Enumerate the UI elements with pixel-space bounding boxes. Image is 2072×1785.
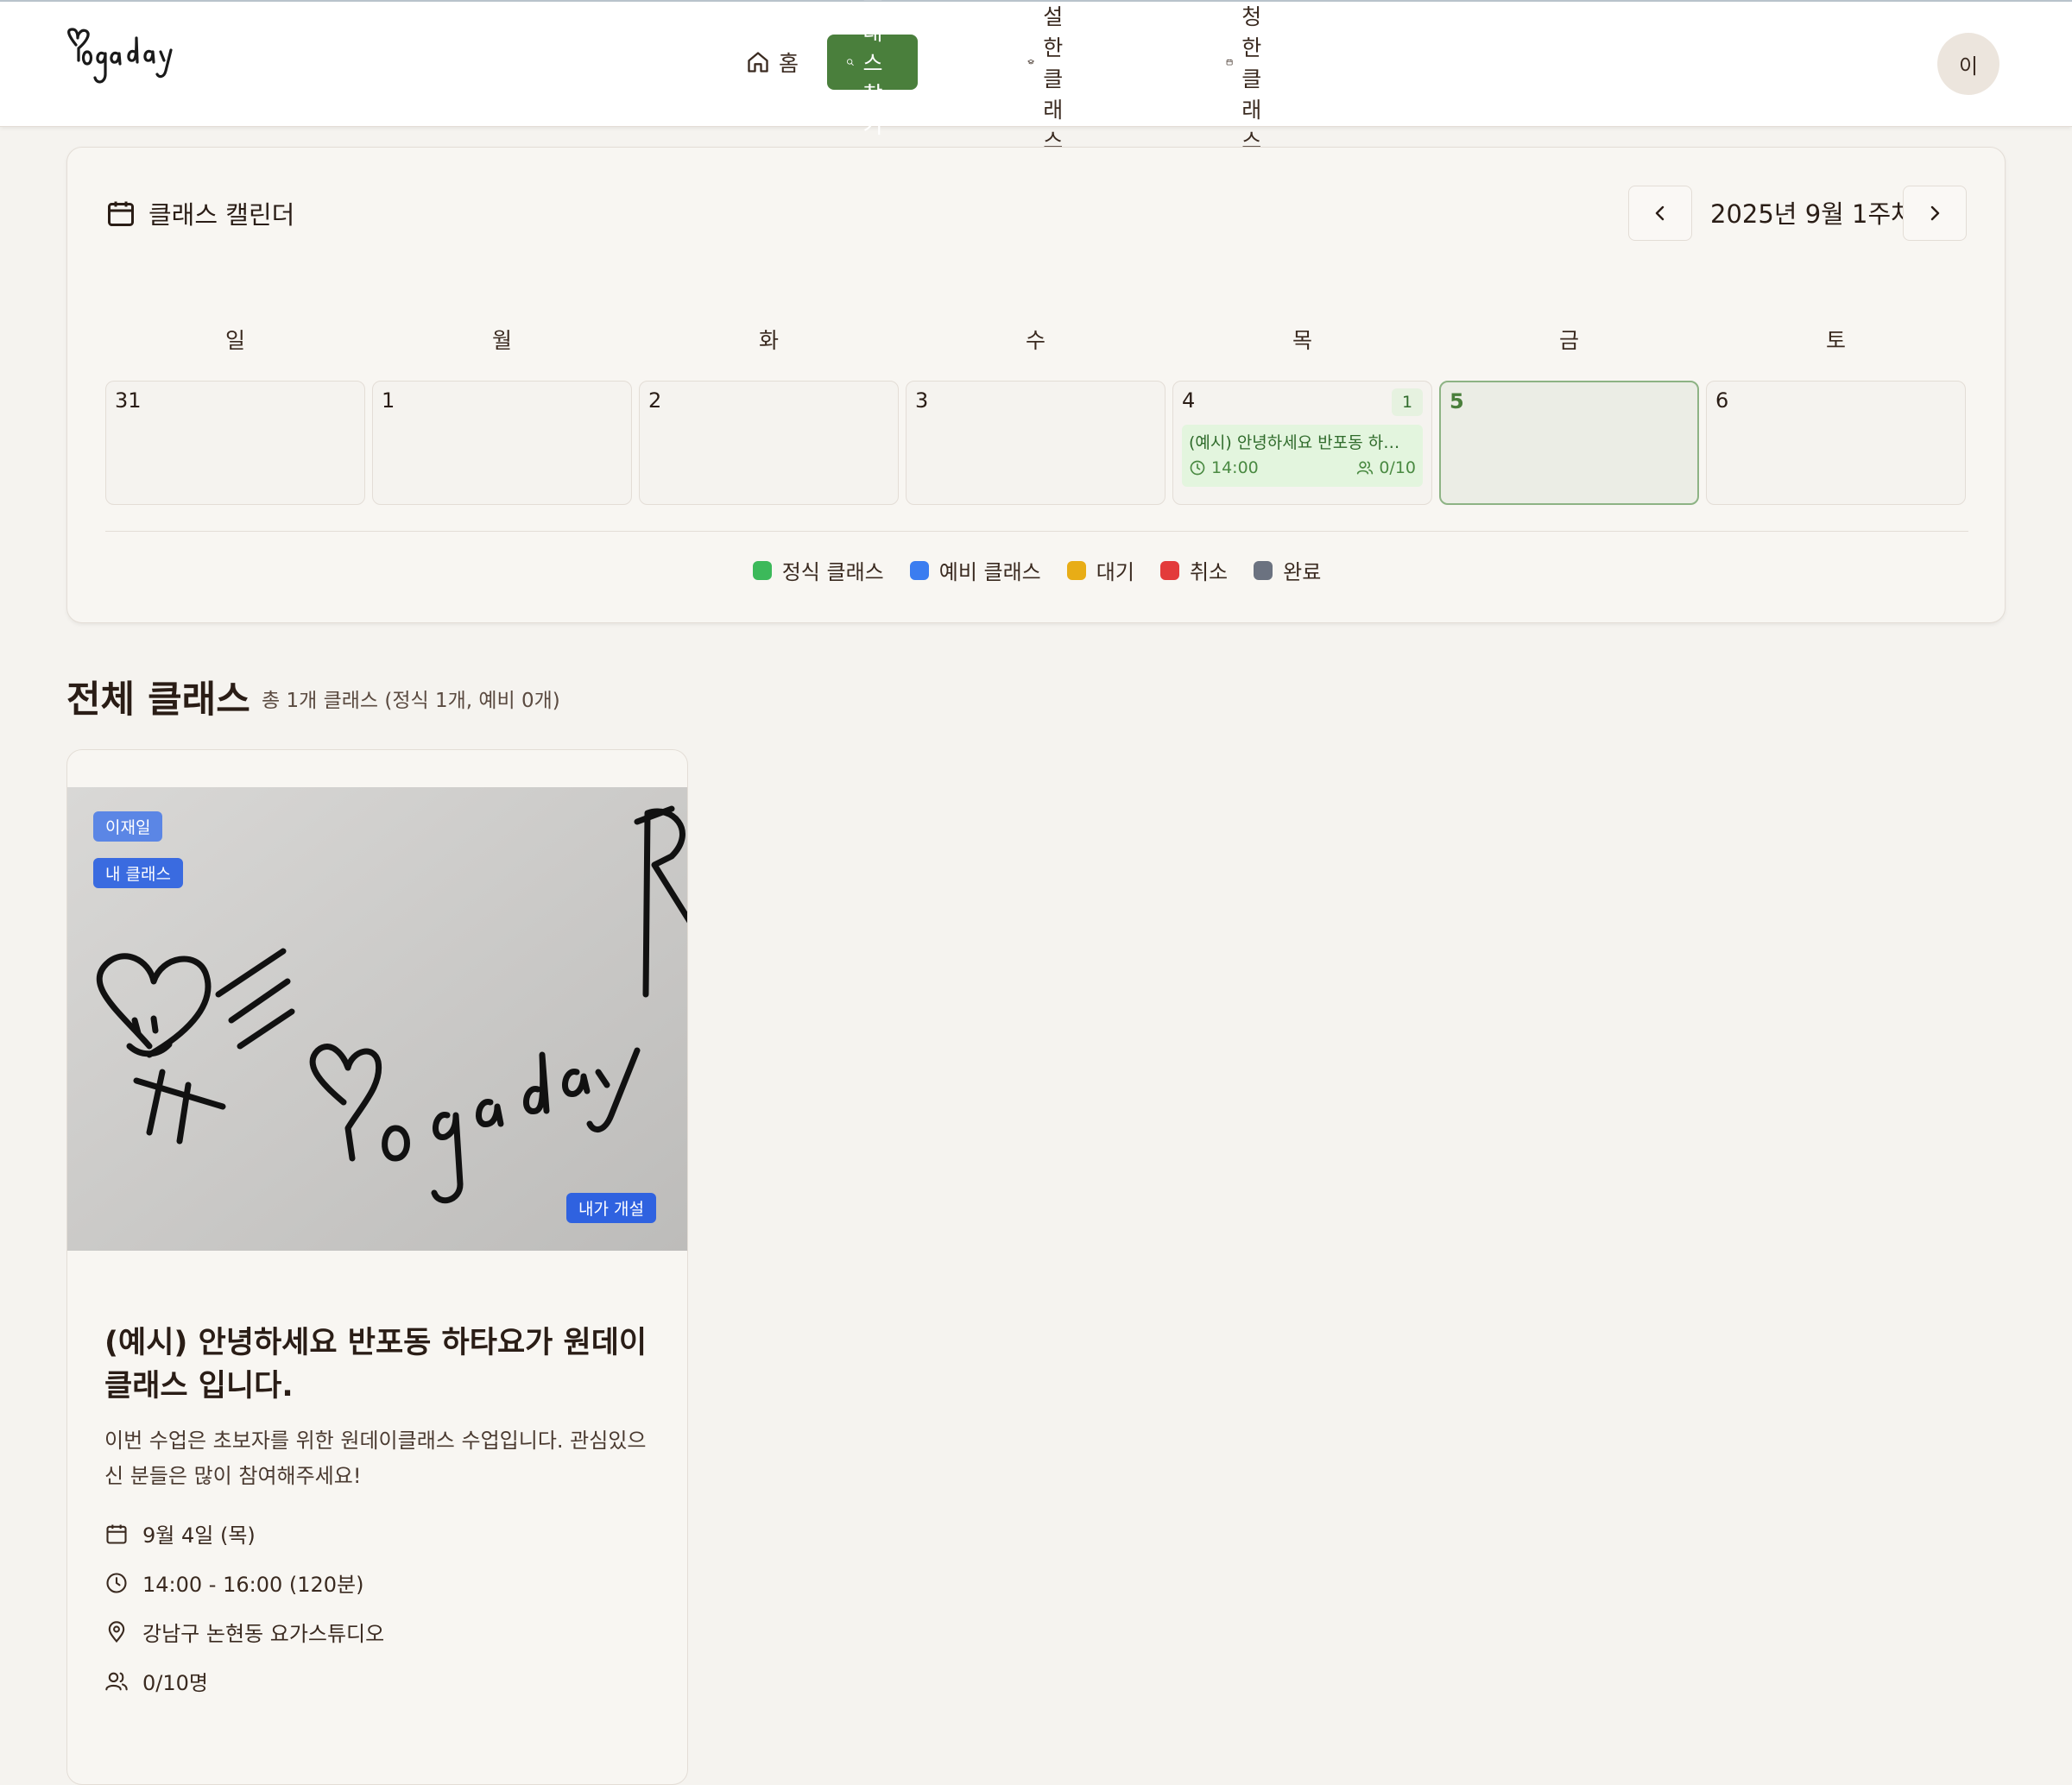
calendar-header: 클래스 캘린더 — [105, 195, 294, 231]
calendar-day[interactable]: 31 — [105, 381, 365, 505]
calendar-day[interactable]: 1 — [372, 381, 632, 505]
next-week-button[interactable] — [1903, 186, 1967, 241]
class-capacity-row: 0/10명 — [104, 1666, 208, 1696]
class-card[interactable]: 이재일 내 클래스 내가 개설 (예시) 안녕하세요 반포동 하타요가 원데이클… — [66, 749, 688, 1785]
calendar-day[interactable]: 2 — [639, 381, 899, 505]
class-thumbnail: 이재일 내 클래스 내가 개설 — [67, 787, 687, 1251]
owner-badge: 이재일 — [93, 811, 163, 842]
clock-icon — [1190, 460, 1205, 476]
all-classes-title: 전체 클래스 — [66, 678, 250, 722]
chevron-left-icon — [1655, 205, 1665, 221]
opened-by-me-badge: 내가 개설 — [566, 1193, 656, 1223]
class-capacity: 0/10명 — [142, 1671, 208, 1695]
calendar-legend: 정식 클래스 예비 클래스 대기 취소 완료 — [67, 555, 2006, 585]
weekday-fri: 금 — [1558, 328, 1579, 353]
nav-find-class[interactable]: 클래스 찾기 — [827, 0, 919, 138]
calendar-day[interactable]: 3 — [906, 381, 1166, 505]
calendar-day-today[interactable]: 5 — [1439, 381, 1699, 505]
legend-dot — [752, 560, 772, 580]
legend-label: 취소 — [1189, 560, 1229, 584]
calendar-icon — [108, 201, 134, 226]
event-time: 14:00 — [1189, 458, 1259, 477]
class-location: 강남구 논현동 요가스튜디오 — [142, 1622, 385, 1646]
calendar-icon — [1226, 59, 1233, 66]
day-event-count-badge: 1 — [1392, 388, 1423, 416]
weekday-wed: 수 — [1025, 328, 1045, 353]
day-number: 2 — [648, 388, 662, 413]
legend-label: 정식 클래스 — [781, 560, 884, 584]
weekday-sun: 일 — [224, 328, 245, 353]
my-class-badge: 내 클래스 — [93, 858, 183, 888]
prev-week-button[interactable] — [1628, 186, 1692, 241]
class-description: 이번 수업은 초보자를 위한 원데이클래스 수업입니다. 관심있으신 분들은 많… — [104, 1429, 647, 1488]
legend-item-cancelled: 취소 — [1159, 555, 1229, 585]
class-location-row: 강남구 논현동 요가스튜디오 — [104, 1617, 384, 1647]
nav-applied-classes-label: 신청한 클래스 — [1241, 4, 1262, 154]
weekday-thu: 목 — [1292, 328, 1312, 353]
all-classes-summary: 총 1개 클래스 (정식 1개, 예비 0개) — [262, 690, 560, 712]
legend-label: 완료 — [1283, 560, 1322, 584]
legend-label: 대기 — [1096, 560, 1134, 584]
nav-find-class-label: 클래스 찾기 — [862, 0, 883, 138]
weekday-tue: 화 — [758, 328, 779, 353]
weekday-sat: 토 — [1825, 328, 1846, 353]
class-date: 9월 4일 (목) — [142, 1523, 256, 1548]
legend-dot — [909, 560, 929, 580]
class-calendar-card: 클래스 캘린더 2025년 9월 1주차 일 월 화 수 목 금 토 31 1 … — [66, 147, 2006, 623]
map-pin-icon — [108, 1620, 125, 1643]
class-time: 14:00 - 16:00 (120분) — [142, 1573, 364, 1597]
class-title: (예시) 안녕하세요 반포동 하타요가 원데이클래스 입니다. — [104, 1326, 648, 1403]
event-meta: 14:00 0/10 — [1189, 458, 1416, 481]
legend-dot — [1254, 560, 1273, 580]
day-number: 31 — [115, 388, 142, 413]
class-date-row: 9월 4일 (목) — [104, 1518, 256, 1548]
legend-dot — [1159, 560, 1179, 580]
calendar-day[interactable]: 4 1 (예시) 안녕하세요 반포동 하… 14:00 0/10 — [1172, 381, 1432, 505]
legend-item-completed: 완료 — [1254, 555, 1321, 585]
chevron-right-icon — [1930, 205, 1940, 221]
event-title: (예시) 안녕하세요 반포동 하… — [1189, 433, 1400, 452]
legend-item-waiting: 대기 — [1066, 555, 1134, 585]
top-navigation-bar: 홈 클래스 찾기 개설한 클래스 신청한 클래스 이 — [0, 0, 2072, 154]
day-number: 3 — [915, 388, 929, 413]
calendar-divider — [105, 531, 1968, 532]
event-capacity: 0/10 — [1356, 458, 1416, 477]
day-number: 6 — [1715, 388, 1729, 413]
nav-home-label: 홈 — [779, 51, 799, 76]
users-icon — [105, 1672, 128, 1690]
class-time-row: 14:00 - 16:00 (120분) — [104, 1567, 364, 1598]
calendar-title: 클래스 캘린더 — [148, 200, 295, 230]
yogaday-logo[interactable] — [64, 26, 185, 104]
day-number: 5 — [1450, 389, 1464, 413]
calendar-day[interactable]: 6 — [1706, 381, 1966, 505]
nav-opened-classes-label: 개설한 클래스 — [1043, 4, 1064, 154]
nav-home[interactable]: 홈 — [727, 35, 818, 90]
legend-dot — [1066, 560, 1086, 580]
calendar-event[interactable]: (예시) 안녕하세요 반포동 하… 14:00 0/10 — [1182, 425, 1423, 487]
home-icon — [748, 52, 768, 73]
clock-icon — [106, 1572, 127, 1593]
calendar-icon — [106, 1524, 127, 1544]
avatar-initial: 이 — [1958, 54, 1979, 79]
event-time-text: 14:00 — [1211, 458, 1259, 477]
day-number: 1 — [382, 388, 395, 413]
event-capacity-text: 0/10 — [1379, 458, 1416, 477]
legend-label: 예비 클래스 — [938, 560, 1041, 584]
week-label: 2025년 9월 1주차 — [1710, 199, 1914, 229]
legend-item-tentative: 예비 클래스 — [909, 555, 1041, 585]
nav-opened-classes[interactable]: 개설한 클래스 — [1008, 4, 1099, 154]
users-icon — [1357, 461, 1374, 475]
user-avatar[interactable]: 이 — [1937, 33, 1999, 95]
handwritten-yogaday-image — [67, 787, 687, 1251]
search-icon — [846, 59, 854, 66]
nav-applied-classes[interactable]: 신청한 클래스 — [1207, 4, 1298, 154]
day-number: 4 — [1182, 388, 1196, 413]
graduation-cap-icon — [1027, 59, 1034, 65]
weekday-mon: 월 — [491, 328, 512, 353]
legend-item-official: 정식 클래스 — [752, 555, 884, 585]
